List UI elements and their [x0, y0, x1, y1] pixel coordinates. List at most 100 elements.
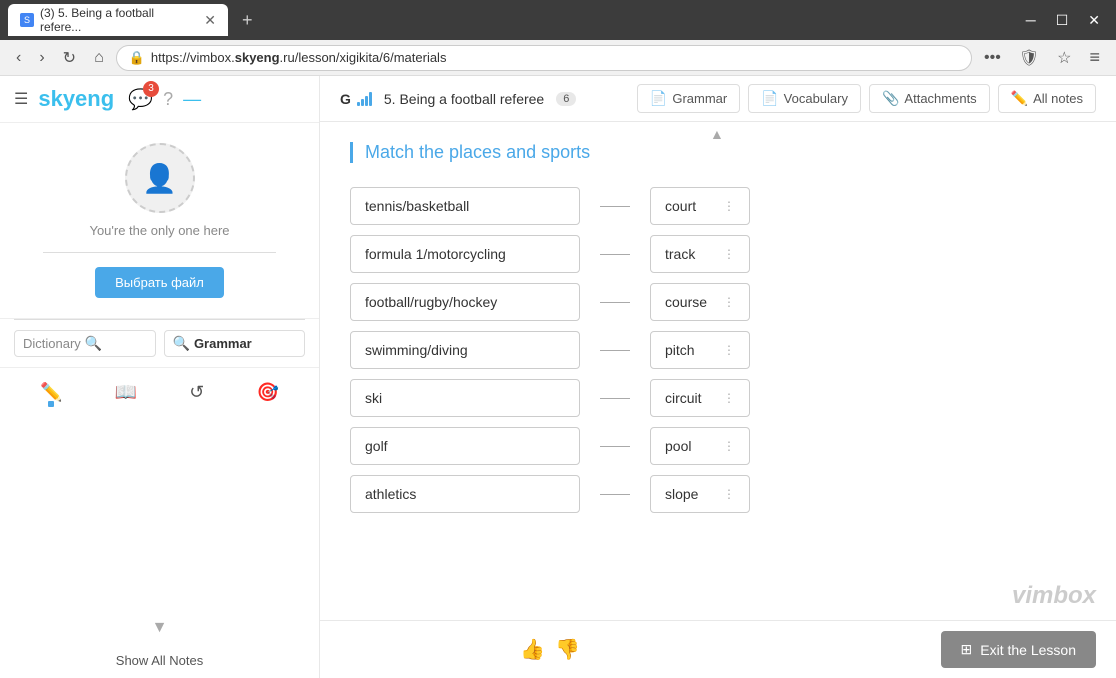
back-btn[interactable]: ‹ — [10, 45, 27, 71]
signal-bar-1 — [357, 102, 360, 106]
more-btn[interactable]: ••• — [978, 45, 1007, 71]
browser-controls: ‹ › ↻ ⌂ 🔒 https://vimbox.skyeng.ru/lesso… — [0, 40, 1116, 76]
match-right-item[interactable]: track⋮ — [650, 235, 750, 273]
message-badge-btn[interactable]: 💬 3 — [128, 87, 153, 112]
main-content: G 5. Being a football referee 6 📄 Gramma… — [320, 76, 1116, 678]
close-window-btn[interactable]: ✕ — [1080, 8, 1108, 33]
signal-bar-4 — [369, 92, 372, 106]
thumbs-down-btn[interactable]: 👎 — [555, 637, 580, 662]
shield-btn[interactable]: 🛡 — [1013, 44, 1045, 72]
drag-handle-icon: ⋮ — [723, 439, 735, 453]
match-connector — [600, 446, 630, 447]
lesson-g-label: G — [340, 91, 351, 107]
match-row: athletics slope⋮ — [350, 475, 1086, 513]
vocabulary-tab[interactable]: 📄 Vocabulary — [748, 84, 861, 113]
drag-handle-icon: ⋮ — [723, 343, 735, 357]
upload-file-btn[interactable]: Выбрать файл — [95, 267, 224, 298]
help-icon[interactable]: ? — [163, 89, 173, 110]
bottom-bar: 👍 👎 ⊞ Exit the Lesson — [320, 620, 1116, 678]
forward-btn[interactable]: › — [33, 45, 50, 71]
match-row: swimming/diving pitch⋮ — [350, 331, 1086, 369]
match-row: golf pool⋮ — [350, 427, 1086, 465]
match-left-item[interactable]: athletics — [350, 475, 580, 513]
match-right-item[interactable]: court⋮ — [650, 187, 750, 225]
match-row: formula 1/motorcycling track⋮ — [350, 235, 1086, 273]
book-tool-btn[interactable]: 📖 — [109, 376, 143, 409]
drag-handle-icon: ⋮ — [723, 295, 735, 309]
address-bar[interactable]: 🔒 https://vimbox.skyeng.ru/lesson/xigiki… — [116, 45, 972, 71]
exit-lesson-btn[interactable]: ⊞ Exit the Lesson — [941, 631, 1096, 668]
match-row: football/rugby/hockey course⋮ — [350, 283, 1086, 321]
match-right-item[interactable]: circuit⋮ — [650, 379, 750, 417]
vocabulary-tab-label: Vocabulary — [784, 91, 848, 106]
grammar-search[interactable]: 🔍 Grammar — [164, 330, 306, 357]
vocabulary-tab-icon: 📄 — [761, 90, 778, 107]
refresh-btn[interactable]: ↻ — [57, 44, 82, 72]
signal-bar-3 — [365, 96, 368, 106]
dictionary-label: Dictionary — [23, 336, 81, 351]
minimize-window-btn[interactable]: ─ — [1018, 8, 1044, 33]
match-right-item[interactable]: slope⋮ — [650, 475, 750, 513]
avatar: 👤 — [125, 143, 195, 213]
all-notes-tab-icon: ✏️ — [1011, 90, 1028, 107]
show-all-notes-link[interactable]: Show All Notes — [0, 643, 319, 678]
new-tab-btn[interactable]: + — [236, 10, 259, 31]
browser-menu-btn[interactable]: ≡ — [1083, 43, 1106, 72]
grammar-tab[interactable]: 📄 Grammar — [637, 84, 740, 113]
all-notes-tab[interactable]: ✏️ All notes — [998, 84, 1096, 113]
match-right-item[interactable]: pool⋮ — [650, 427, 750, 465]
grammar-tab-icon: 📄 — [650, 90, 667, 107]
secure-icon: 🔒 — [129, 50, 145, 66]
exercise-area: ▲ Match the places and sports tennis/bas… — [320, 122, 1116, 620]
collapse-up-arrow[interactable]: ▲ — [710, 126, 726, 142]
browser-tab[interactable]: S (3) 5. Being a football refere... ✕ — [8, 4, 228, 36]
target-tool-btn[interactable]: 🎯 — [250, 376, 284, 409]
message-count-badge: 3 — [143, 81, 159, 97]
match-connector — [600, 302, 630, 303]
drag-handle-icon: ⋮ — [723, 391, 735, 405]
match-right-item[interactable]: pitch⋮ — [650, 331, 750, 369]
home-btn[interactable]: ⌂ — [88, 45, 110, 71]
match-left-item[interactable]: ski — [350, 379, 580, 417]
match-left-item[interactable]: golf — [350, 427, 580, 465]
refresh-tool-btn[interactable]: ↺ — [183, 376, 210, 409]
match-row: tennis/basketball court⋮ — [350, 187, 1086, 225]
lesson-number: 6 — [556, 92, 576, 106]
match-left-item[interactable]: formula 1/motorcycling — [350, 235, 580, 273]
all-notes-tab-label: All notes — [1033, 91, 1083, 106]
drag-handle-icon: ⋮ — [723, 199, 735, 213]
restore-window-btn[interactable]: ☐ — [1048, 8, 1077, 33]
feedback-buttons: 👍 👎 — [520, 637, 580, 662]
match-left-item[interactable]: swimming/diving — [350, 331, 580, 369]
minimize-panel-icon[interactable]: — — [183, 89, 201, 110]
window-controls: ─ ☐ ✕ — [1018, 8, 1108, 33]
attachments-tab[interactable]: 📎 Attachments — [869, 84, 990, 113]
star-btn[interactable]: ☆ — [1051, 44, 1077, 72]
hamburger-icon[interactable]: ☰ — [14, 89, 28, 109]
match-left-item[interactable]: football/rugby/hockey — [350, 283, 580, 321]
grammar-label: Grammar — [194, 336, 252, 351]
url-text: https://vimbox.skyeng.ru/lesson/xigikita… — [151, 50, 959, 65]
matching-container: tennis/basketball court⋮ formula 1/motorcy… — [350, 187, 1086, 523]
pen-tool-btn[interactable]: ✏️ — [34, 376, 68, 409]
search-row: Dictionary 🔍 🔍 Grammar — [0, 320, 319, 367]
dictionary-search[interactable]: Dictionary 🔍 — [14, 330, 156, 357]
thumbs-up-btn[interactable]: 👍 — [520, 637, 545, 662]
signal-bars — [357, 92, 372, 106]
grammar-tab-label: Grammar — [672, 91, 727, 106]
tools-row: ✏️ 📖 ↺ 🎯 — [0, 367, 319, 417]
grammar-search-icon: 🔍 — [173, 335, 190, 352]
collapse-down-arrow[interactable]: ▼ — [0, 613, 319, 643]
exit-lesson-label: Exit the Lesson — [980, 642, 1076, 658]
match-connector — [600, 206, 630, 207]
match-left-item[interactable]: tennis/basketball — [350, 187, 580, 225]
sidebar-header: ☰ skyeng 💬 3 ? — — [0, 76, 319, 123]
tab-close-btn[interactable]: ✕ — [204, 12, 216, 29]
match-connector — [600, 494, 630, 495]
match-right-item[interactable]: course⋮ — [650, 283, 750, 321]
skyeng-logo: skyeng — [38, 86, 114, 112]
attachments-tab-label: Attachments — [904, 91, 976, 106]
exit-lesson-icon: ⊞ — [961, 641, 973, 658]
sidebar: ☰ skyeng 💬 3 ? — 👤 You're the only one h… — [0, 76, 320, 678]
match-connector — [600, 254, 630, 255]
